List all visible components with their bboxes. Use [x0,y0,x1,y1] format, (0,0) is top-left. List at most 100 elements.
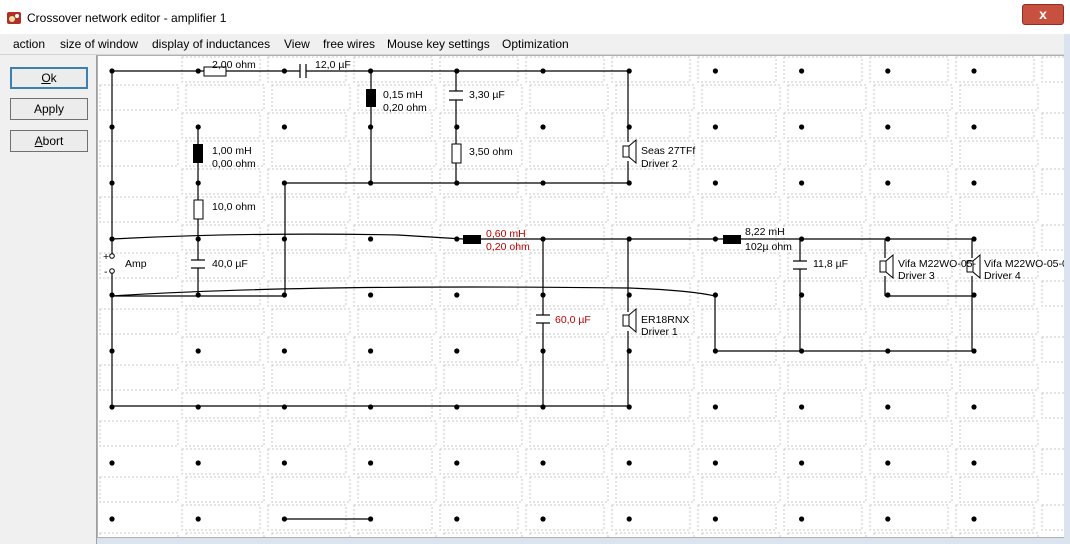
grid-slot-v [615,532,695,537]
grid-slot-v [959,84,1039,111]
grid-slot-h [1041,280,1065,307]
menu-view[interactable]: View [284,37,310,51]
menu-free-wires[interactable]: free wires [323,37,375,51]
grid-slot-h [869,504,949,531]
grid-slot-h [353,280,433,307]
grid-slot-h [611,168,691,195]
label-l-left-ind: 1,00 mH [212,145,252,157]
menu-display-of-inductances[interactable]: display of inductances [152,37,270,51]
grid-node [799,348,805,354]
grid-node [109,68,115,74]
grid-slot-h [783,112,863,139]
grid-slot-h [955,280,1035,307]
grid-slot-h [353,224,433,251]
grid-slot-h [783,56,863,83]
circuit-canvas[interactable]: 2,00 ohm 12,0 µF 0,15 mH 0,20 ohm 3,30 µ… [97,55,1066,538]
grid-node [454,460,460,466]
grid-slot-h [955,224,1035,251]
grid-slot-h [525,168,605,195]
grid-slot-h [525,224,605,251]
abort-button[interactable]: Abort [10,130,88,152]
grid-node [281,180,287,186]
grid-node [454,68,460,74]
grid-slot-v [873,364,953,391]
grid-slot-v [873,140,953,167]
grid-node [712,124,719,130]
abort-mnemonic: A [34,134,43,148]
grid-slot-h [1041,224,1065,251]
grid-slot-v [701,420,781,447]
grid-slot-h [783,280,863,307]
grid-slot-v [443,308,523,335]
grid-slot-v [99,84,179,111]
grid-node [109,124,115,130]
grid-slot-h [869,280,949,307]
menu-mouse-key-settings[interactable]: Mouse key settings [387,37,490,51]
apply-button[interactable]: Apply [10,98,88,120]
grid-node [281,236,287,242]
grid-node [885,180,891,186]
label-l-mid-res: 0,20 ohm [486,241,530,253]
grid-slot-h [955,56,1035,83]
grid-slot-h [267,224,347,251]
grid-node [195,348,201,354]
grid-node [454,236,460,242]
grid-node [626,460,632,466]
grid-node [885,292,891,298]
grid-node [971,124,977,130]
ok-button[interactable]: Ok [10,67,88,89]
grid-slot-h [1041,56,1065,83]
grid-slot-v [701,140,781,167]
grid-node [281,68,287,74]
grid-slot-h [525,504,605,531]
window-title: Crossover network editor - amplifier 1 [27,11,227,25]
grid-slot-v [99,420,179,447]
label-r-mid: 3,50 ohm [469,146,513,158]
grid-node [885,124,891,130]
menu-action[interactable]: action [13,37,45,51]
label-c-top: 12,0 µF [315,59,351,71]
grid-node [540,180,546,186]
grid-node [971,292,977,298]
grid-slot-v [443,420,523,447]
menu-size-of-window[interactable]: size of window [60,37,138,51]
grid-node [626,348,632,354]
grid-node [540,404,546,410]
grid-slot-v [529,140,609,167]
grid-slot-v [271,140,351,167]
grid-node [540,292,546,298]
grid-slot-v [271,364,351,391]
grid-slot-h [783,392,863,419]
grid-node [281,124,287,130]
grid-node [971,404,977,410]
grid-slot-v [271,252,351,279]
close-button[interactable]: x [1022,4,1064,25]
grid-slot-h [525,392,605,419]
grid-slot-h [611,448,691,475]
grid-slot-h [1041,112,1065,139]
menu-optimization[interactable]: Optimization [502,37,569,51]
grid-slot-v [959,532,1039,537]
label-r-left: 10,0 ohm [212,201,256,213]
grid-slot-v [873,532,953,537]
label-driver4-name: Vifa M22WO-05-0 [984,258,1066,270]
grid-slot-v [701,476,781,503]
title-bar: Crossover network editor - amplifier 1 x [0,0,1070,35]
grid-slot-h [439,504,519,531]
grid-slot-v [271,420,351,447]
grid-slot-v [787,476,867,503]
grid-slot-h [611,336,691,363]
grid-slot-v [99,308,179,335]
grid-node [971,68,977,74]
grid-node [540,236,546,242]
grid-slot-v [959,476,1039,503]
grid-node [799,292,805,298]
grid-slot-h [611,504,691,531]
grid-node [195,460,201,466]
grid-node [368,180,374,186]
abort-label: bort [42,134,64,148]
grid-slot-h [353,504,433,531]
grid-slot-h [525,280,605,307]
grid-node [885,404,891,410]
grid-slot-h [439,280,519,307]
